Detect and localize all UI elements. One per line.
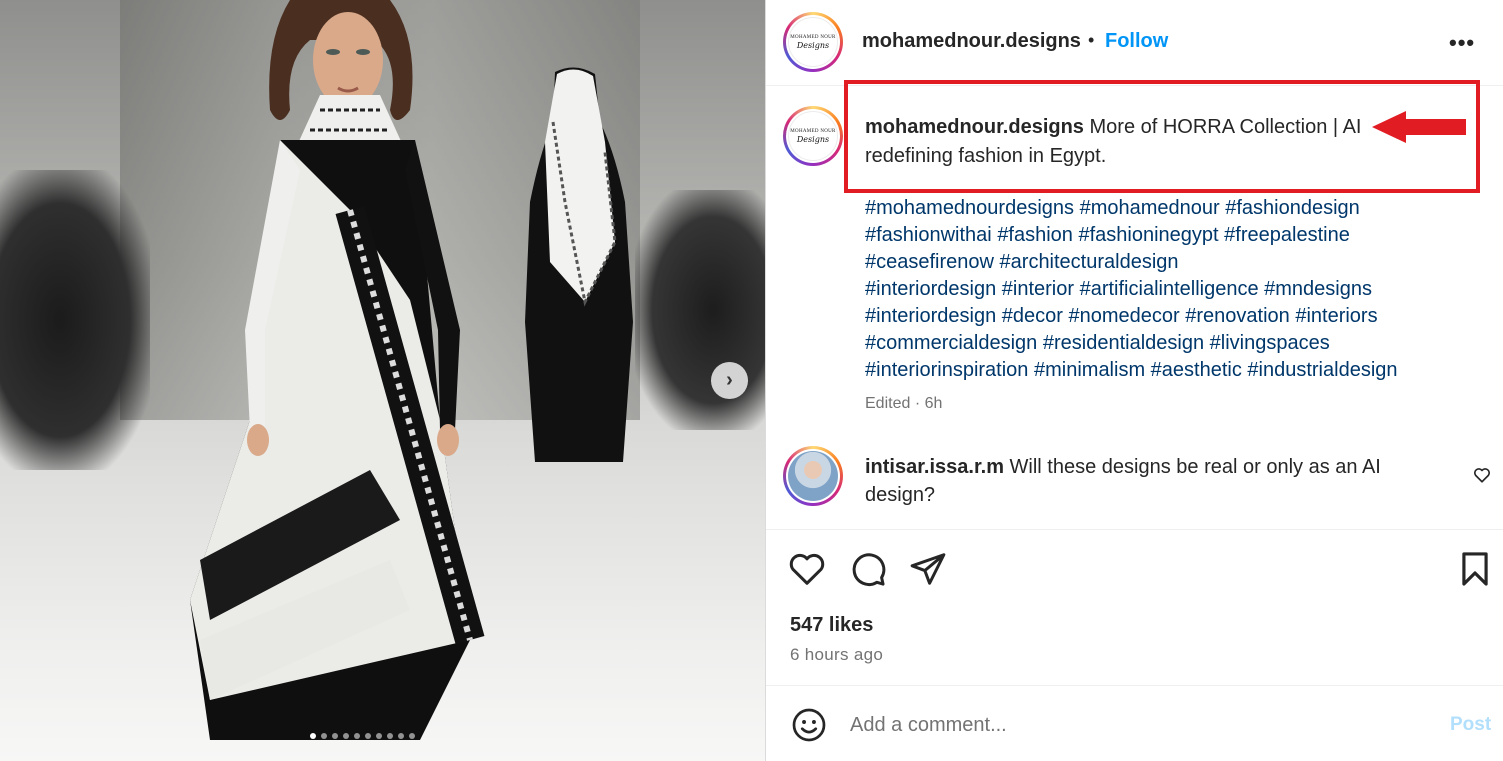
hashtag-link[interactable]: #residentialdesign: [1043, 332, 1204, 354]
likes-count[interactable]: 547 likes: [790, 614, 873, 637]
logo-script: Designs: [796, 134, 830, 144]
hashtag-link[interactable]: #aesthetic: [1151, 359, 1242, 381]
post-details-panel: MOHAMED NOUR Designs mohamednour.designs…: [765, 0, 1503, 761]
logo-script: Designs: [796, 40, 830, 50]
separator-dot: •: [1088, 30, 1095, 50]
carousel-dot[interactable]: [343, 733, 349, 739]
comment-like-heart-icon[interactable]: [1473, 466, 1491, 484]
hashtag-link[interactable]: #ceasefirenow: [865, 251, 994, 273]
carousel-dot[interactable]: [310, 733, 316, 739]
post-comment-button[interactable]: Post: [1450, 714, 1491, 736]
hashtag-link[interactable]: #industrialdesign: [1247, 359, 1397, 381]
post-header: MOHAMED NOUR Designs mohamednour.designs…: [766, 0, 1503, 86]
hashtag-link[interactable]: #renovation: [1185, 305, 1290, 327]
hashtag-link[interactable]: #interiorinspiration: [865, 359, 1028, 381]
hashtag-link[interactable]: #fashionwithai: [865, 224, 992, 246]
carousel-dot[interactable]: [354, 733, 360, 739]
brand-logo: MOHAMED NOUR Designs: [788, 111, 838, 161]
carousel-dot[interactable]: [376, 733, 382, 739]
annotation-arrow-icon: [1372, 111, 1466, 143]
audience-right: [635, 190, 765, 430]
carousel-dot[interactable]: [365, 733, 371, 739]
hashtag-link[interactable]: #freepalestine: [1224, 224, 1350, 246]
hashtag-link[interactable]: #livingspaces: [1210, 332, 1330, 354]
post-timestamp[interactable]: 6 hours ago: [790, 645, 883, 665]
hashtag-link[interactable]: #interiors: [1295, 305, 1377, 327]
carousel-dot[interactable]: [321, 733, 327, 739]
divider: [766, 685, 1503, 686]
divider: [766, 529, 1503, 530]
carousel-dot[interactable]: [409, 733, 415, 739]
carousel-dot[interactable]: [387, 733, 393, 739]
more-options-icon[interactable]: •••: [1449, 30, 1475, 56]
hashtag-link[interactable]: #interiordesign: [865, 305, 996, 327]
carousel-dot[interactable]: [332, 733, 338, 739]
comment-icon[interactable]: [849, 550, 887, 588]
hashtag-link[interactable]: #fashioninegypt: [1079, 224, 1219, 246]
hashtag-link[interactable]: #decor: [1002, 305, 1063, 327]
heart-icon[interactable]: [788, 550, 826, 588]
main-model-figure: [190, 0, 485, 740]
hashtag-link[interactable]: #fashiondesign: [1225, 197, 1360, 219]
hashtag-link[interactable]: #artificialintelligence: [1080, 278, 1259, 300]
commenter-avatar[interactable]: [783, 446, 843, 506]
hashtag-link[interactable]: #mndesigns: [1264, 278, 1372, 300]
carousel-dot[interactable]: [398, 733, 404, 739]
post-image[interactable]: ›: [0, 0, 765, 761]
hashtag-list: #mohamednourdesigns #mohamednour #fashio…: [865, 195, 1465, 384]
brand-logo: MOHAMED NOUR Designs: [788, 17, 838, 67]
emoji-icon[interactable]: [791, 707, 827, 743]
author-avatar[interactable]: MOHAMED NOUR Designs: [783, 12, 843, 72]
logo-text: MOHAMED NOUR: [790, 34, 836, 40]
caption-meta: Edited · 6h: [865, 395, 943, 412]
chevron-right-icon: ›: [726, 369, 733, 391]
author-username[interactable]: mohamednour.designs: [862, 30, 1081, 53]
caption-avatar[interactable]: MOHAMED NOUR Designs: [783, 106, 843, 166]
hashtag-link[interactable]: #minimalism: [1034, 359, 1145, 381]
comment-item: intisar.issa.r.m Will these designs be r…: [865, 453, 1425, 509]
hashtag-link[interactable]: #nomedecor: [1068, 305, 1179, 327]
carousel-dots: [310, 733, 415, 739]
next-image-button[interactable]: ›: [711, 362, 748, 399]
hashtag-link[interactable]: #interior: [1002, 278, 1074, 300]
share-icon[interactable]: [909, 550, 947, 588]
hashtag-link[interactable]: #mohamednourdesigns: [865, 197, 1074, 219]
back-model-figure: [525, 67, 633, 463]
bookmark-icon[interactable]: [1456, 550, 1494, 588]
comment-username[interactable]: intisar.issa.r.m: [865, 456, 1004, 478]
hashtag-link[interactable]: #architecturaldesign: [1000, 251, 1179, 273]
add-comment-input[interactable]: [850, 708, 1430, 742]
hashtag-link[interactable]: #mohamednour: [1080, 197, 1220, 219]
audience-left: [0, 170, 150, 470]
logo-text: MOHAMED NOUR: [790, 128, 836, 134]
hashtag-link[interactable]: #interiordesign: [865, 278, 996, 300]
commenter-photo: [788, 451, 838, 501]
follow-button[interactable]: Follow: [1105, 30, 1168, 53]
hashtag-link[interactable]: #commercialdesign: [865, 332, 1037, 354]
hashtag-link[interactable]: #fashion: [997, 224, 1073, 246]
